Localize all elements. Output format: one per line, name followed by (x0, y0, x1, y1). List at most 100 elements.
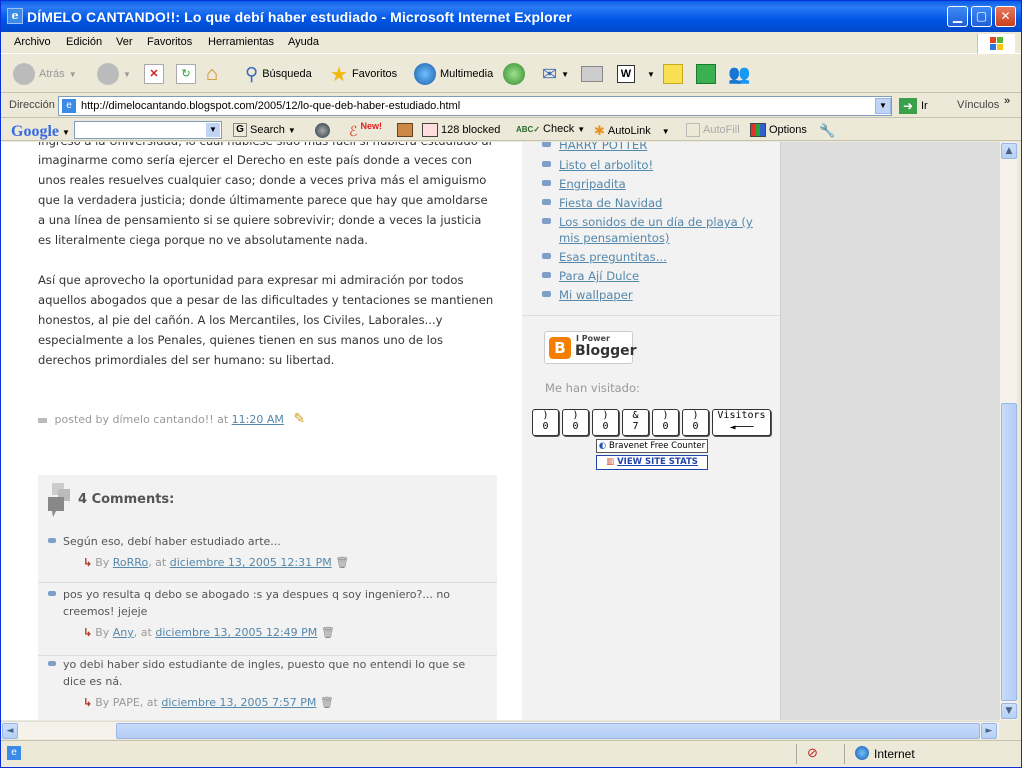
minimize-button[interactable]: ▁ (947, 6, 968, 27)
browser-window: e DÍMELO CANTANDO!!: Lo que debí haber e… (0, 0, 1022, 768)
comment-date-link[interactable]: diciembre 13, 2005 12:49 PM (155, 626, 317, 639)
popup-blocked-status-icon[interactable]: ⊘ (807, 745, 818, 761)
sparkle-icon: ✱ (594, 123, 605, 138)
menu-archivo[interactable]: Archivo (14, 36, 51, 48)
autofill-icon (686, 123, 700, 137)
sidebar-link[interactable]: Engripadita (542, 176, 759, 192)
counter-digit: ) 0 (652, 409, 679, 436)
post-bullet-icon (38, 417, 47, 423)
post-permalink[interactable]: 11:20 AM (232, 413, 284, 426)
sidebar-link[interactable]: Fiesta de Navidad (542, 195, 759, 211)
print-button[interactable] (581, 59, 603, 89)
posted-by-text: posted by dímelo cantando!! at (54, 413, 229, 426)
google-dropdown-icon[interactable]: ▼ (206, 123, 220, 137)
menu-ver[interactable]: Ver (116, 36, 133, 48)
counter-digit: ) 0 (532, 409, 559, 436)
link-bullet-icon (542, 272, 551, 278)
home-button[interactable]: ⌂ (206, 59, 218, 89)
comments-header: 4 Comments: (78, 492, 175, 507)
options-button[interactable]: Options (750, 123, 807, 137)
sidebar-link[interactable]: Para Ají Dulce (542, 268, 759, 284)
sidebar-link[interactable]: Listo el arbolito! (542, 157, 759, 173)
comments-wave-decoration (38, 445, 497, 475)
trash-icon[interactable]: 🗑 (321, 626, 335, 639)
edit-button[interactable]: W ▼ (617, 59, 655, 89)
comments-section: 4 Comments: Según eso, debí haber estudi… (38, 445, 497, 720)
address-input[interactable]: e http://dimelocantando.blogspot.com/200… (58, 96, 892, 116)
trash-icon[interactable]: 🗑 (320, 696, 334, 709)
comment-bullet-icon (48, 591, 56, 596)
horizontal-scrollbar[interactable]: ◄ ► (1, 721, 999, 739)
mail-button[interactable]: ✉ ▼ (542, 59, 569, 89)
back-arrow-icon (13, 63, 35, 85)
refresh-button[interactable]: ↻ (176, 59, 196, 89)
spellcheck-new-button[interactable]: ℰ New! (349, 121, 382, 140)
google-menu[interactable]: Google ▼ (11, 123, 70, 141)
popup-blocker-button[interactable]: 128 blocked (422, 123, 500, 137)
sidebar-link[interactable]: Esas preguntitas... (542, 249, 759, 265)
highlight-button[interactable] (397, 123, 413, 137)
menu-edicion[interactable]: Edición (66, 36, 102, 48)
forward-button[interactable]: ▼ (97, 59, 131, 89)
hscroll-thumb[interactable] (116, 723, 980, 739)
maximize-button[interactable]: ▢ (971, 6, 992, 27)
scroll-left-button[interactable]: ◄ (2, 723, 18, 739)
sidebar-link[interactable]: HARRY POTTER (542, 142, 759, 153)
links-chevron-icon[interactable]: » (1004, 95, 1010, 107)
wrench-button[interactable]: 🔧 (819, 123, 835, 139)
stats-chart-icon: ▥ (606, 457, 615, 467)
menu-herramientas[interactable]: Herramientas (208, 36, 274, 48)
vertical-scrollbar[interactable]: ▲ ▼ (999, 142, 1017, 720)
links-button[interactable]: Vínculos (957, 99, 999, 111)
comment-author-link[interactable]: RoRRo (113, 556, 148, 569)
autolink-button[interactable]: ✱ AutoLink ▼ (594, 123, 670, 139)
comment-author-link[interactable]: Any (113, 626, 134, 639)
sidebar-link[interactable]: Los sonidos de un día de playa (y mis pe… (542, 214, 759, 246)
google-search-button[interactable]: G Search ▼ (233, 123, 296, 137)
comment-bullet-icon (48, 538, 56, 543)
link-bullet-icon (542, 291, 551, 297)
history-button[interactable] (503, 59, 525, 89)
scroll-up-button[interactable]: ▲ (1001, 143, 1017, 159)
favorites-button[interactable]: ★ Favoritos (330, 59, 397, 89)
search-button[interactable]: ⚲ Búsqueda (245, 59, 312, 89)
view-stats-link[interactable]: ▥ VIEW SITE STATS (596, 455, 708, 470)
address-dropdown-icon[interactable]: ▼ (875, 98, 891, 114)
comment-item: yo debi haber sido estudiante de ingles,… (38, 656, 497, 720)
stop-button[interactable]: ✕ (144, 59, 164, 89)
scroll-right-button[interactable]: ► (981, 723, 997, 739)
internet-globe-icon (855, 746, 869, 760)
comment-meta: ↳ By RoRRo, at diciembre 13, 2005 12:31 P… (83, 556, 350, 569)
title-bar[interactable]: e DÍMELO CANTANDO!!: Lo que debí haber e… (1, 1, 1021, 32)
star-icon: ★ (330, 63, 348, 86)
blogger-badge[interactable]: B I Power Blogger (544, 331, 637, 364)
edit-pencil-icon[interactable]: ✎ (293, 411, 305, 427)
go-button[interactable]: ➜ Ir (899, 98, 928, 114)
link-bullet-icon (542, 199, 551, 205)
research-button[interactable] (696, 59, 716, 89)
comment-date-link[interactable]: diciembre 13, 2005 12:31 PM (170, 556, 332, 569)
research-icon (696, 64, 716, 84)
swirl-icon: ℰ (349, 123, 358, 139)
discuss-button[interactable] (663, 59, 683, 89)
comment-date-link[interactable]: diciembre 13, 2005 7:57 PM (161, 696, 316, 709)
counter-digit: ) 0 (592, 409, 619, 436)
menu-ayuda[interactable]: Ayuda (288, 36, 319, 48)
autofill-button[interactable]: AutoFill (686, 123, 740, 137)
google-search-input[interactable]: ▼ (74, 121, 222, 139)
close-button[interactable]: ✕ (995, 6, 1016, 27)
forward-arrow-icon (97, 63, 119, 85)
google-news-button[interactable] (315, 123, 330, 138)
status-bar: e ⊘ Internet (1, 740, 1021, 767)
bravenet-link[interactable]: ◐ Bravenet Free Counter (596, 439, 708, 453)
note-icon (663, 64, 683, 84)
media-button[interactable]: Multimedia (414, 59, 493, 89)
back-button[interactable]: Atrás ▼ (13, 59, 77, 89)
scroll-down-button[interactable]: ▼ (1001, 703, 1017, 719)
scroll-thumb[interactable] (1001, 403, 1017, 701)
trash-icon[interactable]: 🗑 (335, 556, 349, 569)
menu-favoritos[interactable]: Favoritos (147, 36, 192, 48)
sidebar-link[interactable]: Mi wallpaper (542, 287, 759, 303)
spell-check-button[interactable]: ABC✓ Check ▼ (516, 123, 585, 135)
messenger-button[interactable]: 👥 (728, 59, 750, 89)
